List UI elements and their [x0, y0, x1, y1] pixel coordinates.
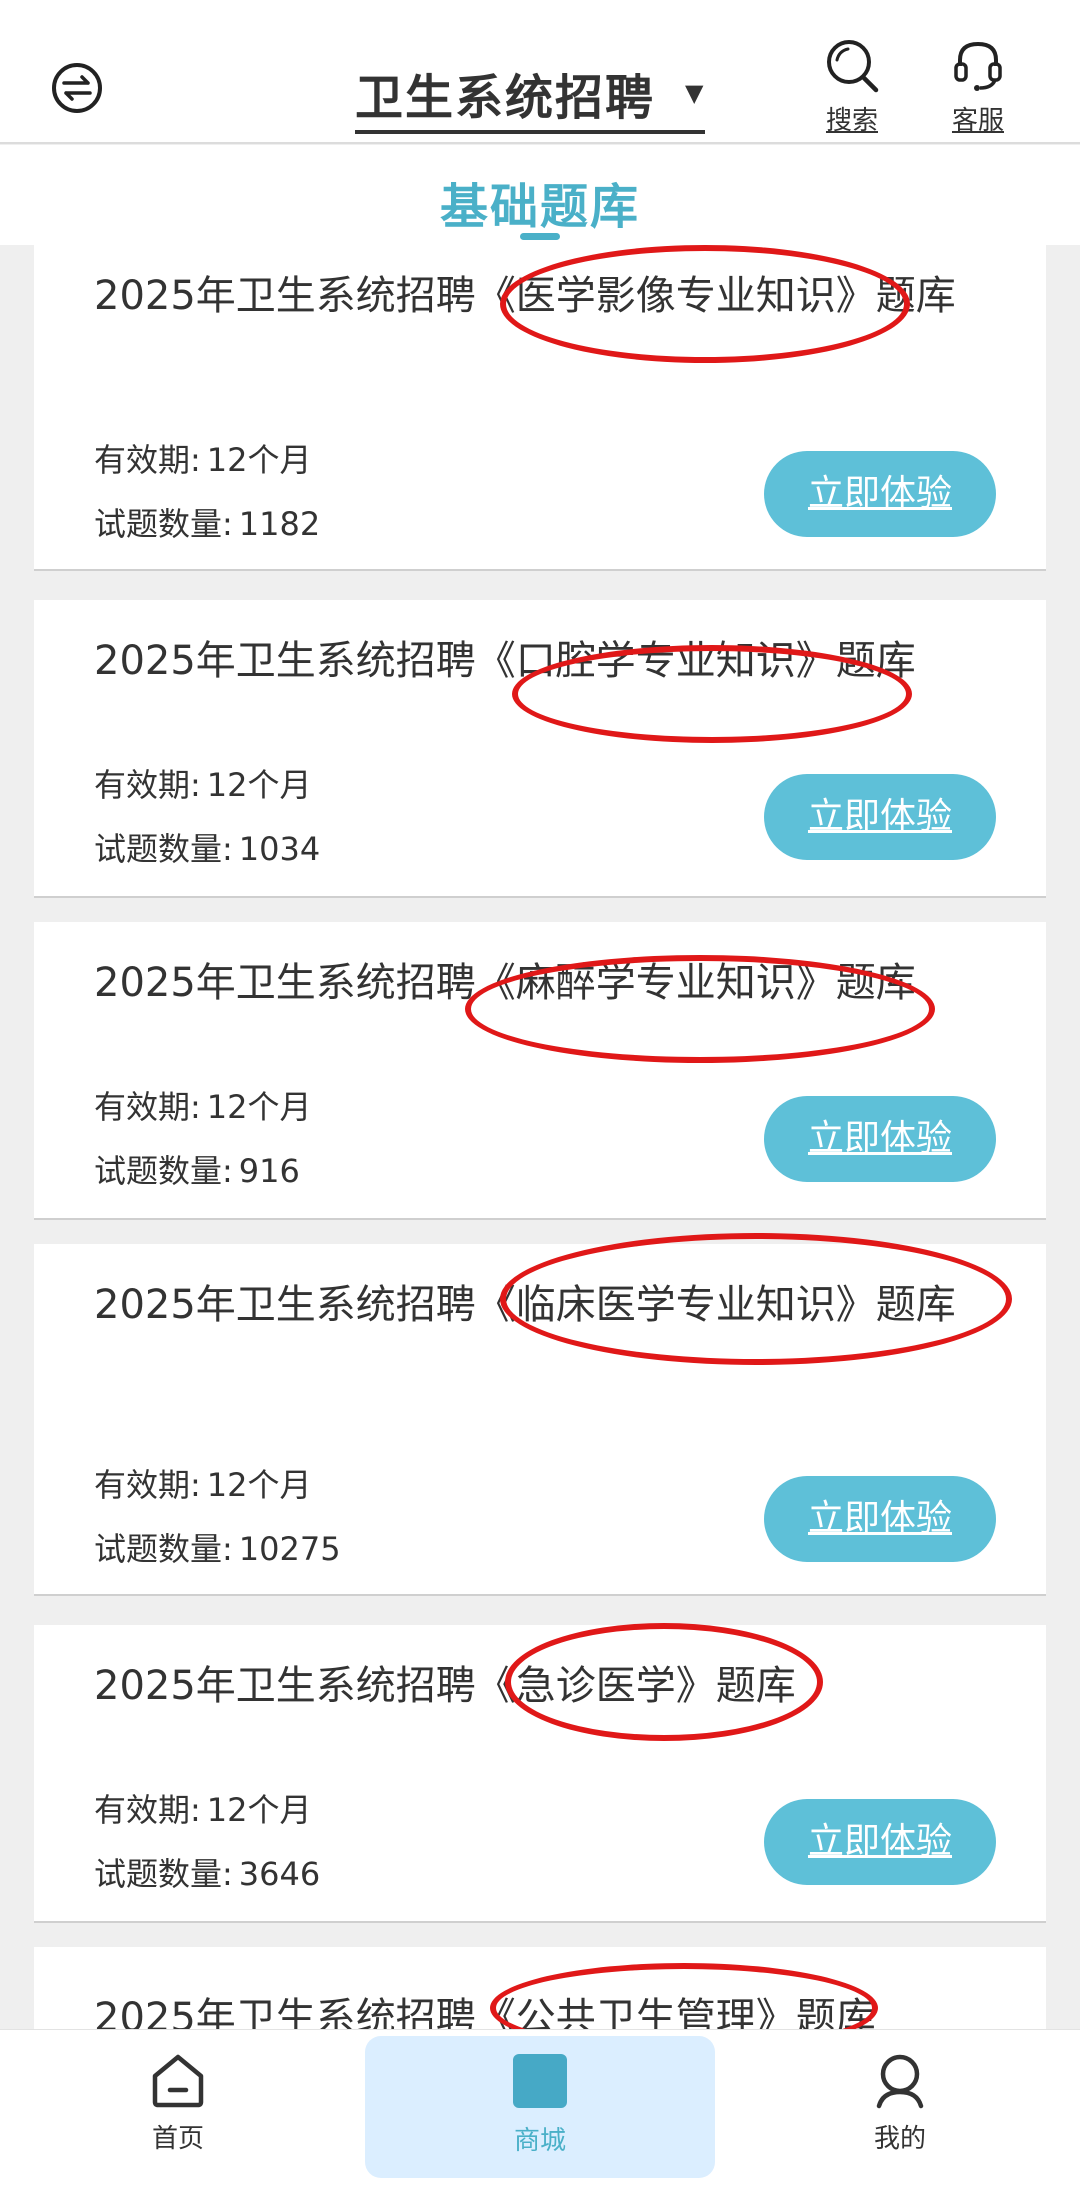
card-validity: 有效期: 12个月 — [94, 1088, 312, 1126]
question-bank-card: 2025年卫生系统招聘《公共卫生管理》题库 — [34, 1947, 1046, 2029]
card-question-count: 试题数量: 10275 — [94, 1530, 341, 1568]
try-now-button[interactable]: 立即体验 — [764, 451, 996, 537]
question-bank-card: 2025年卫生系统招聘《急诊医学》题库 有效期: 12个月 试题数量: 3646 立… — [34, 1625, 1046, 1923]
tab-bar: 基础题库 — [0, 145, 1080, 245]
question-bank-card: 2025年卫生系统招聘《医学影像专业知识》题库 有效期: 12个月 试题数量: 11… — [34, 245, 1046, 571]
bottom-navigation: 首页 商城 我的 — [0, 2029, 1080, 2189]
home-icon — [152, 2054, 204, 2108]
question-bank-list[interactable]: 2025年卫生系统招聘《医学影像专业知识》题库 有效期: 12个月 试题数量: 11… — [0, 245, 1080, 2029]
customer-service-button[interactable]: 客服 — [938, 36, 1018, 137]
card-question-count: 试题数量: 916 — [94, 1152, 300, 1190]
user-icon — [876, 2054, 924, 2109]
switch-icon[interactable] — [52, 63, 102, 113]
tab-basic-question-bank[interactable]: 基础题库 — [440, 167, 640, 237]
search-icon — [827, 40, 879, 93]
service-label: 客服 — [951, 106, 1004, 136]
card-question-count: 试题数量: 3646 — [94, 1855, 321, 1893]
question-bank-card: 2025年卫生系统招聘《麻醉学专业知识》题库 有效期: 12个月 试题数量: 916… — [34, 922, 1046, 1220]
try-now-button[interactable]: 立即体验 — [764, 1799, 996, 1885]
exam-category-selector[interactable]: 卫生系统招聘 ▼ — [355, 58, 706, 134]
question-bank-card: 2025年卫生系统招聘《口腔学专业知识》题库 有效期: 12个月 试题数量: 103… — [34, 600, 1046, 898]
nav-mall[interactable]: 商城 — [365, 2036, 715, 2178]
nav-home[interactable]: 首页 — [78, 2030, 278, 2189]
active-tab-indicator — [520, 233, 560, 240]
search-button[interactable]: 搜索 — [812, 36, 892, 137]
card-title: 2025年卫生系统招聘《急诊医学》题库 — [94, 1663, 796, 1709]
card-validity: 有效期: 12个月 — [94, 441, 312, 479]
caret-down-icon: ▼ — [685, 79, 706, 107]
card-question-count: 试题数量: 1034 — [94, 830, 321, 868]
question-bank-card: 2025年卫生系统招聘《临床医学专业知识》题库 有效期: 12个月 试题数量: 10… — [34, 1244, 1046, 1596]
card-validity: 有效期: 12个月 — [94, 1791, 312, 1829]
card-validity: 有效期: 12个月 — [94, 1466, 312, 1504]
try-now-button[interactable]: 立即体验 — [764, 1096, 996, 1182]
card-title: 2025年卫生系统招聘《麻醉学专业知识》题库 — [94, 960, 916, 1006]
card-title: 2025年卫生系统招聘《公共卫生管理》题库 — [94, 1995, 876, 2029]
card-title: 2025年卫生系统招聘《临床医学专业知识》题库 — [94, 1282, 956, 1328]
card-question-count: 试题数量: 1182 — [94, 505, 321, 543]
card-title: 2025年卫生系统招聘《医学影像专业知识》题库 — [94, 273, 956, 319]
top-header: 卫生系统招聘 ▼ 搜索 客服 — [0, 0, 1080, 144]
search-label: 搜索 — [825, 106, 878, 136]
headset-icon — [954, 41, 1002, 91]
mall-icon — [513, 2054, 567, 2108]
page-title: 卫生系统招聘 — [355, 70, 656, 126]
try-now-button[interactable]: 立即体验 — [764, 774, 996, 860]
nav-mine[interactable]: 我的 — [800, 2030, 1000, 2189]
card-validity: 有效期: 12个月 — [94, 766, 312, 804]
card-title: 2025年卫生系统招聘《口腔学专业知识》题库 — [94, 638, 916, 684]
try-now-button[interactable]: 立即体验 — [764, 1476, 996, 1562]
